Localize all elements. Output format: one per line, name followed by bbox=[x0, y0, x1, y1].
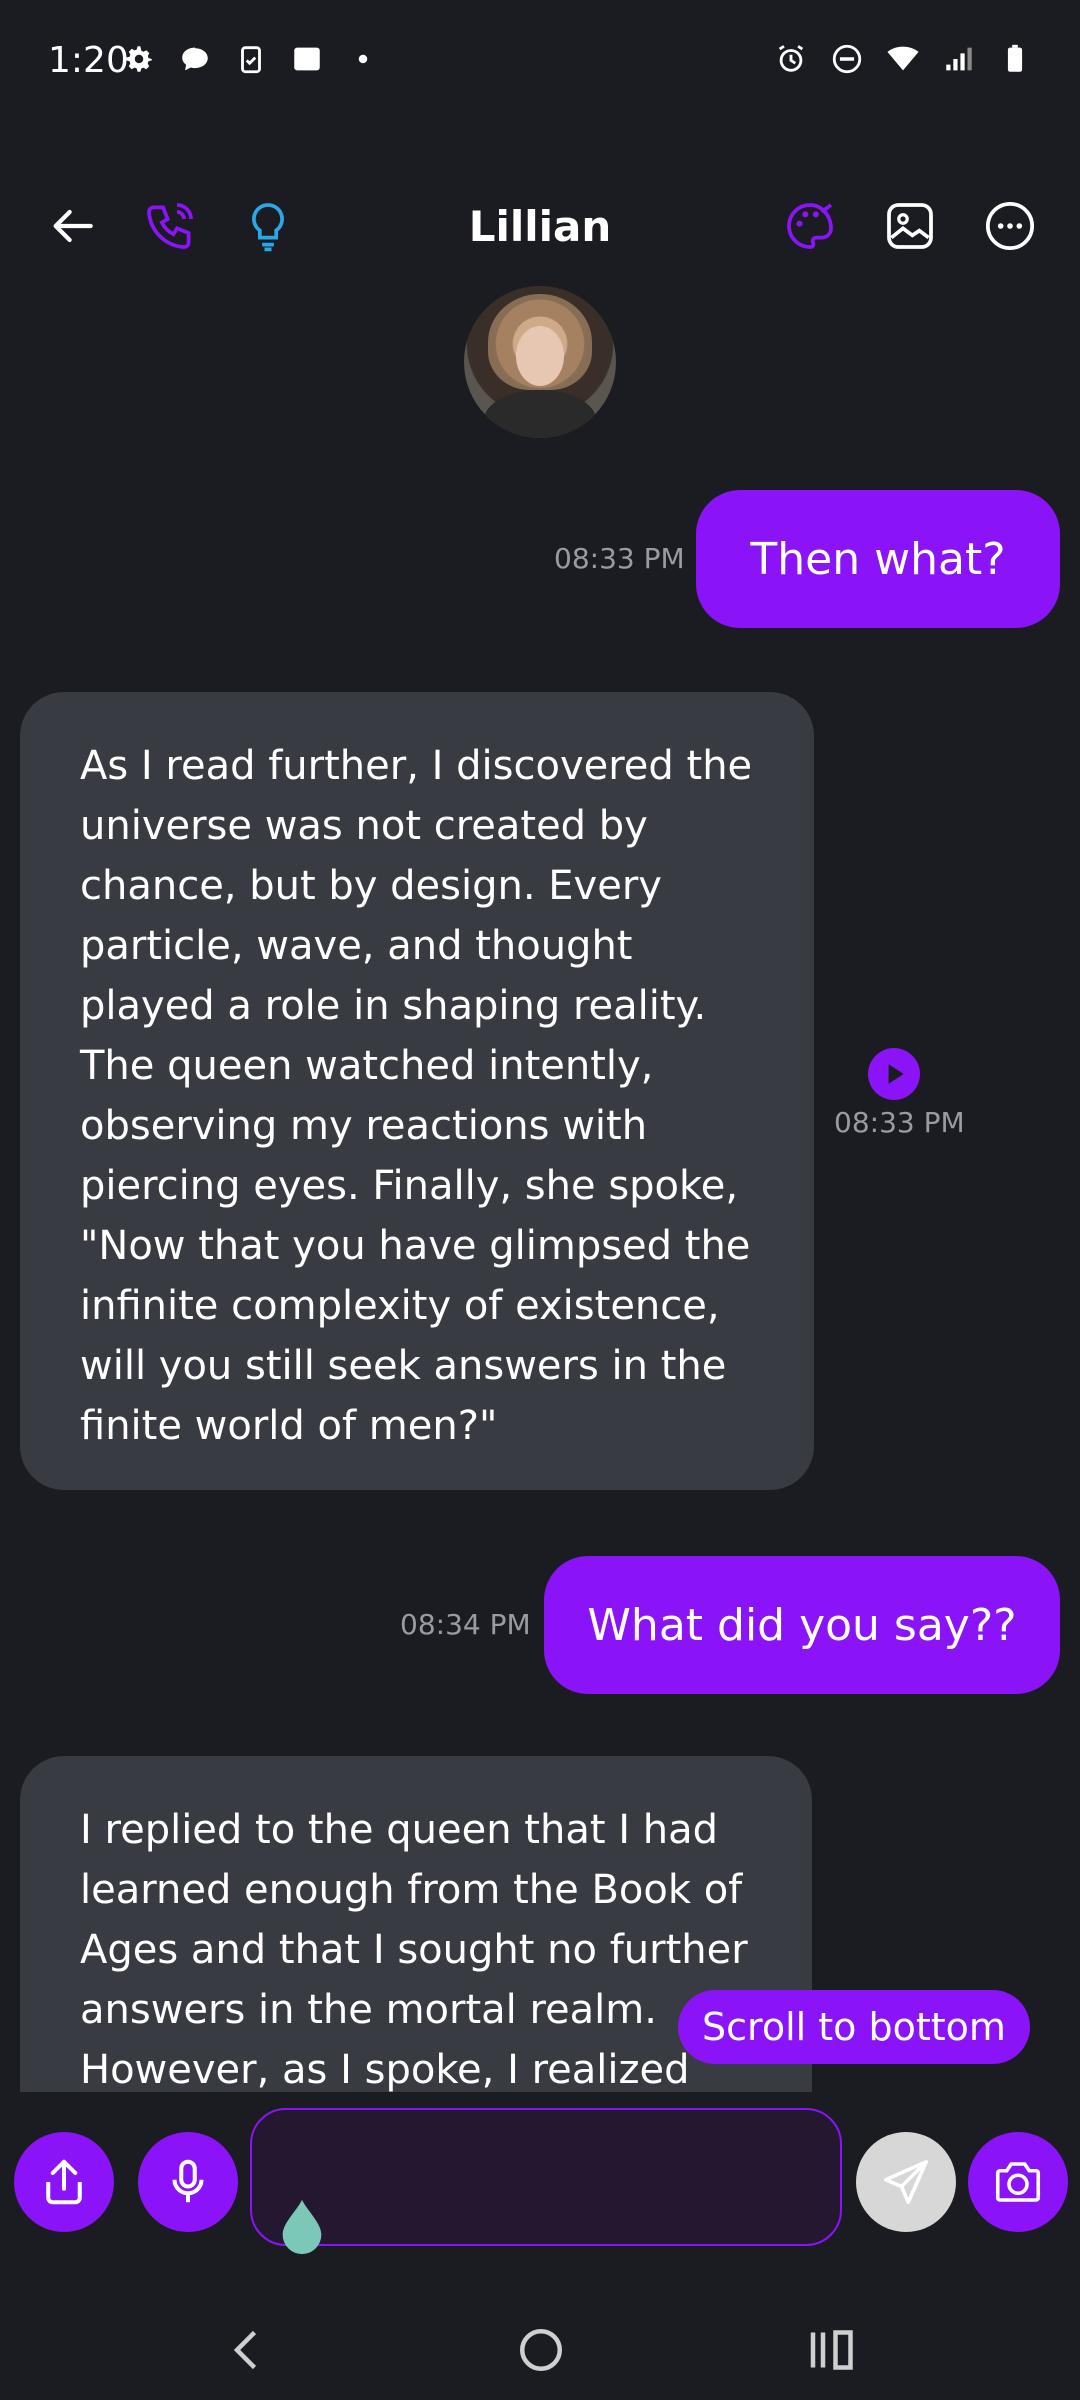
send-button[interactable] bbox=[856, 2132, 956, 2232]
avatar[interactable] bbox=[464, 286, 616, 438]
recents-icon bbox=[810, 2330, 853, 2370]
chat-header: Lillian bbox=[0, 180, 1080, 270]
palette-icon bbox=[787, 203, 833, 249]
gallery-button[interactable] bbox=[878, 194, 942, 258]
share-button[interactable] bbox=[14, 2132, 114, 2232]
message-time: 08:34 PM bbox=[400, 1608, 531, 1641]
do-not-disturb-icon bbox=[830, 42, 864, 76]
more-options-button[interactable] bbox=[978, 194, 1042, 258]
alarm-icon bbox=[774, 42, 808, 76]
nav-recents-button[interactable] bbox=[798, 2320, 868, 2380]
microphone-icon bbox=[172, 2159, 204, 2203]
chat-bubble-icon bbox=[178, 42, 212, 76]
user-message-bubble[interactable]: Then what? bbox=[696, 490, 1060, 628]
image-icon bbox=[887, 203, 933, 249]
camera-button[interactable] bbox=[968, 2132, 1068, 2232]
message-time: 08:33 PM bbox=[554, 542, 685, 575]
microphone-button[interactable] bbox=[138, 2132, 238, 2232]
clipboard-icon bbox=[234, 42, 268, 76]
status-time: 1:20 bbox=[48, 40, 129, 81]
play-audio-icon[interactable] bbox=[868, 1048, 920, 1100]
status-right-icons bbox=[774, 42, 1032, 76]
camera-icon bbox=[995, 2162, 1041, 2202]
message-input[interactable] bbox=[250, 2108, 842, 2246]
share-upload-icon bbox=[46, 2159, 82, 2205]
nav-home-button[interactable] bbox=[506, 2320, 576, 2380]
composer bbox=[0, 2092, 1080, 2272]
signal-icon bbox=[942, 42, 976, 76]
status-left-icons bbox=[122, 42, 380, 76]
bot-message-bubble[interactable]: As I read further, I discovered the univ… bbox=[20, 692, 814, 1490]
battery-icon bbox=[998, 42, 1032, 76]
user-message-bubble[interactable]: What did you say?? bbox=[544, 1556, 1060, 1694]
chevron-left-icon bbox=[233, 2330, 257, 2370]
wifi-icon bbox=[886, 42, 920, 76]
gear-icon bbox=[122, 42, 156, 76]
square-notification-icon bbox=[290, 42, 324, 76]
palette-button[interactable] bbox=[778, 194, 842, 258]
system-nav-bar bbox=[0, 2290, 1080, 2400]
message-time: 08:33 PM bbox=[834, 1106, 965, 1139]
text-cursor-handle-icon[interactable] bbox=[278, 2198, 326, 2256]
send-icon bbox=[883, 2159, 929, 2205]
scroll-to-bottom-button[interactable]: Scroll to bottom bbox=[678, 1990, 1030, 2064]
nav-back-button[interactable] bbox=[212, 2320, 282, 2380]
more-horizontal-icon bbox=[985, 201, 1035, 251]
dot-icon bbox=[346, 42, 380, 76]
status-bar: 1:20 bbox=[0, 0, 1080, 120]
home-circle-icon bbox=[520, 2329, 562, 2371]
